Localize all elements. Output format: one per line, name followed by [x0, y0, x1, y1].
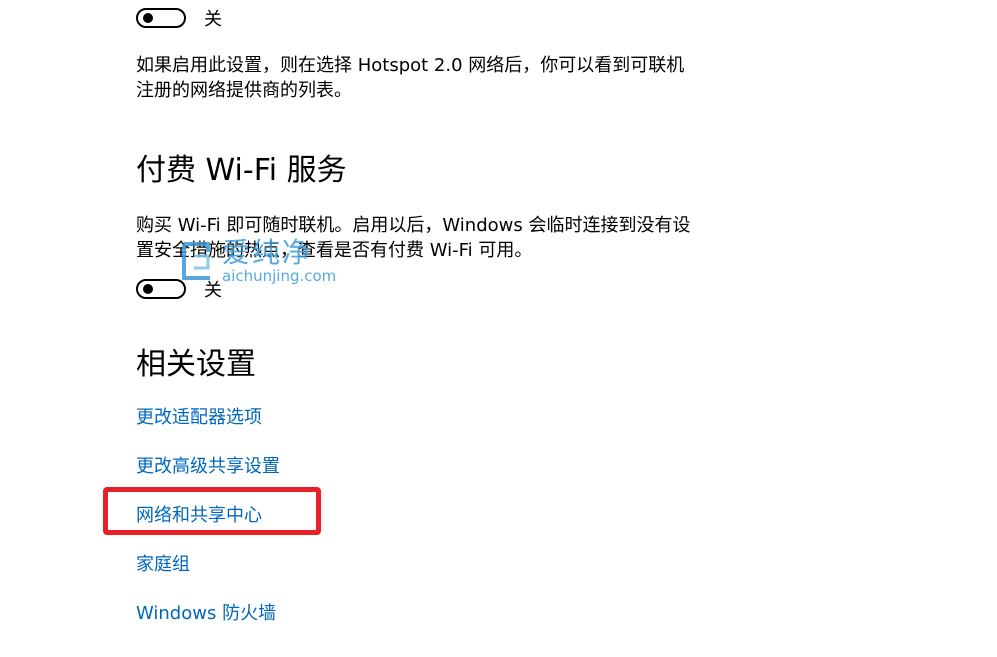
hotspot-toggle-row: 关: [136, 5, 222, 31]
hotspot-toggle[interactable]: [136, 8, 186, 28]
link-change-adapter-options[interactable]: 更改适配器选项: [136, 406, 262, 430]
watermark-logo-icon: [178, 238, 216, 284]
related-settings-heading: 相关设置: [136, 347, 256, 382]
watermark-text: 爱纯净 aichunjing.com: [222, 235, 337, 285]
highlight-box: [103, 487, 321, 535]
hotspot-description: 如果启用此设置，则在选择 Hotspot 2.0 网络后，你可以看到可联机注册的…: [136, 55, 685, 101]
watermark-en: aichunjing.com: [222, 266, 337, 285]
toggle-knob: [143, 284, 153, 294]
link-change-advanced-sharing[interactable]: 更改高级共享设置: [136, 455, 280, 479]
link-windows-firewall[interactable]: Windows 防火墙: [136, 602, 276, 626]
toggle-knob: [143, 13, 153, 23]
watermark-cn: 爱纯净: [222, 235, 313, 269]
paid-wifi-heading: 付费 Wi-Fi 服务: [136, 153, 347, 188]
link-homegroup[interactable]: 家庭组: [136, 553, 190, 577]
hotspot-toggle-label: 关: [204, 9, 222, 30]
watermark: 爱纯净 aichunjing.com: [178, 238, 336, 284]
